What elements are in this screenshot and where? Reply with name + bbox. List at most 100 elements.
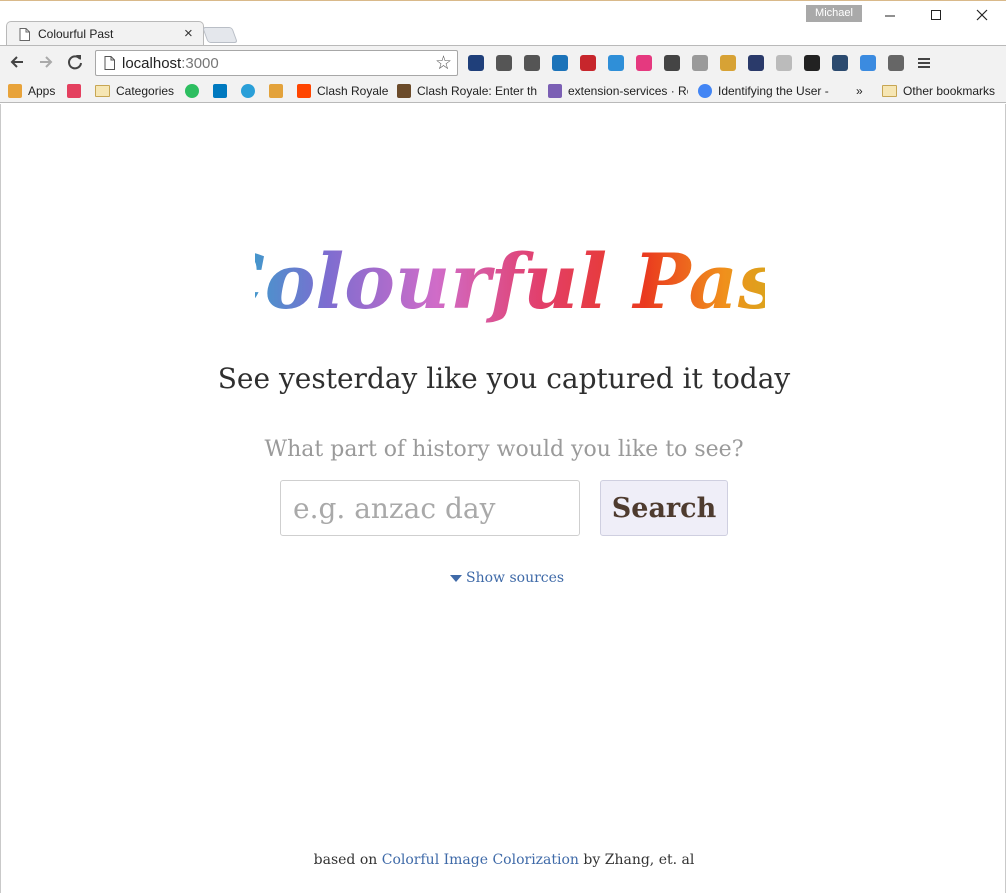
- bookmark-label: Clash Royale: Enter th: [417, 84, 537, 98]
- search-prompt: What part of history would you like to s…: [264, 437, 744, 462]
- url-host: localhost: [122, 55, 182, 72]
- bookmark-label: Clash Royale: [317, 84, 389, 98]
- docs-icon[interactable]: [632, 51, 656, 75]
- bookmark-categories[interactable]: Categories: [95, 82, 177, 100]
- cast-icon-glyph: [524, 55, 540, 71]
- maximize-icon: [931, 10, 941, 20]
- minimize-button[interactable]: [880, 5, 900, 25]
- ptt-icon-glyph: [832, 55, 848, 71]
- url-port: :3000: [181, 55, 219, 72]
- page-icon: [19, 28, 30, 41]
- arrow-left-icon: [10, 56, 23, 68]
- forward-button[interactable]: [36, 52, 56, 72]
- people-icon[interactable]: [772, 51, 796, 75]
- footer-prefix: based on: [313, 852, 378, 868]
- bookmark-label: Identifying the User -: [718, 84, 829, 98]
- magnifier-icon[interactable]: [856, 51, 880, 75]
- bookmark-label: Apps: [28, 84, 56, 98]
- lastpass-icon[interactable]: [576, 51, 600, 75]
- tagline: See yesterday like you captured it today: [217, 362, 791, 395]
- address-bar[interactable]: localhost:3000 ☆: [95, 50, 458, 76]
- target-icon-glyph: [888, 55, 904, 71]
- bookmark-[interactable]: »: [856, 82, 870, 100]
- minimize-icon: [885, 15, 895, 17]
- target-icon[interactable]: [884, 51, 908, 75]
- bookmark-other-bookmarks[interactable]: Other bookmarks: [882, 82, 1000, 100]
- bookmark-identifying-the-user[interactable]: Identifying the User -: [698, 82, 830, 100]
- page-icon: [104, 56, 115, 70]
- cast-icon[interactable]: [520, 51, 544, 75]
- bookmark-pocket[interactable]: [67, 82, 87, 100]
- tree-icon[interactable]: [660, 51, 684, 75]
- arrow-right-icon: [40, 56, 53, 68]
- search-input[interactable]: [280, 480, 580, 536]
- checker-icon[interactable]: [604, 51, 628, 75]
- onedrive-icon-glyph: [468, 55, 484, 71]
- bookmark-label: »: [856, 84, 863, 98]
- bookmark-apps[interactable]: Apps: [8, 82, 58, 100]
- people-icon-glyph: [776, 55, 792, 71]
- bookmark-label: Categories: [116, 84, 175, 98]
- bookmark-star-icon[interactable]: ☆: [435, 52, 452, 75]
- chrome-icon: [698, 84, 712, 98]
- pocket-icon: [67, 84, 81, 98]
- close-icon: [976, 9, 988, 21]
- footer-link[interactable]: Colorful Image Colorization: [382, 852, 579, 868]
- title-bar: Colourful Past × Michael: [0, 1, 1006, 47]
- reload-button[interactable]: [65, 52, 85, 72]
- trello-icon: [213, 84, 227, 98]
- magnifier-icon-glyph: [860, 55, 876, 71]
- quotes-icon[interactable]: [548, 51, 572, 75]
- new-tab-button[interactable]: [202, 27, 238, 43]
- bookmark-search-site[interactable]: [241, 82, 261, 100]
- game-icon: [397, 84, 411, 98]
- drive-icon[interactable]: [688, 51, 712, 75]
- url-text: localhost:3000: [122, 55, 219, 72]
- maximize-button[interactable]: [926, 5, 946, 25]
- drive-icon-glyph: [692, 55, 708, 71]
- bookmark-clash-royale[interactable]: Clash Royale: [297, 82, 389, 100]
- caret-down-icon: [450, 574, 462, 582]
- infinity-icon-glyph: [748, 55, 764, 71]
- close-tab-icon[interactable]: ×: [184, 25, 193, 42]
- page-content: Colourful Past See yesterday like you ca…: [0, 104, 1006, 893]
- show-sources-label: Show sources: [466, 570, 565, 586]
- footer-suffix: by Zhang, et. al: [583, 852, 695, 868]
- tab-title: Colourful Past: [38, 27, 114, 41]
- note-icon[interactable]: [716, 51, 740, 75]
- menu-button[interactable]: [912, 51, 936, 75]
- tree-icon-glyph: [664, 55, 680, 71]
- extensions-area: [464, 51, 936, 75]
- browser-tab[interactable]: Colourful Past ×: [6, 21, 204, 47]
- bookmark-trello[interactable]: [213, 82, 233, 100]
- bookmark-clash-royale-enter-th[interactable]: Clash Royale: Enter th: [397, 82, 537, 100]
- search-button[interactable]: Search: [600, 480, 728, 536]
- note-icon-glyph: [720, 55, 736, 71]
- bookmarks-bar: Apps Categories Clash Royale Clash Royale: …: [0, 79, 1006, 103]
- pocket-icon-glyph: [496, 55, 512, 71]
- lastpass-icon-glyph: [580, 55, 596, 71]
- bookmark-extension-services-re[interactable]: extension-services · Re: [548, 82, 688, 100]
- logo-text: Colourful Past: [255, 237, 765, 326]
- ptt-icon[interactable]: [828, 51, 852, 75]
- pocket-icon[interactable]: [492, 51, 516, 75]
- folder-icon: [95, 85, 110, 97]
- browser-toolbar: localhost:3000 ☆: [0, 45, 1006, 79]
- profile-button[interactable]: Michael: [806, 5, 862, 22]
- bookmark-rainbow[interactable]: [269, 82, 289, 100]
- edge-icon-glyph: [804, 55, 820, 71]
- back-button[interactable]: [7, 52, 27, 72]
- checker-icon-glyph: [608, 55, 624, 71]
- search-site-icon: [241, 84, 255, 98]
- edge-icon[interactable]: [800, 51, 824, 75]
- docs-icon-glyph: [636, 55, 652, 71]
- infinity-icon[interactable]: [744, 51, 768, 75]
- apps-icon: [8, 84, 22, 98]
- close-window-button[interactable]: [972, 5, 992, 25]
- bookmark-label: Other bookmarks: [903, 84, 996, 98]
- onedrive-icon[interactable]: [464, 51, 488, 75]
- show-sources-toggle[interactable]: Show sources: [450, 570, 564, 586]
- bookmark-label: extension-services · Re: [568, 84, 688, 98]
- reddit-icon: [297, 84, 311, 98]
- bookmark-evernote[interactable]: [185, 82, 205, 100]
